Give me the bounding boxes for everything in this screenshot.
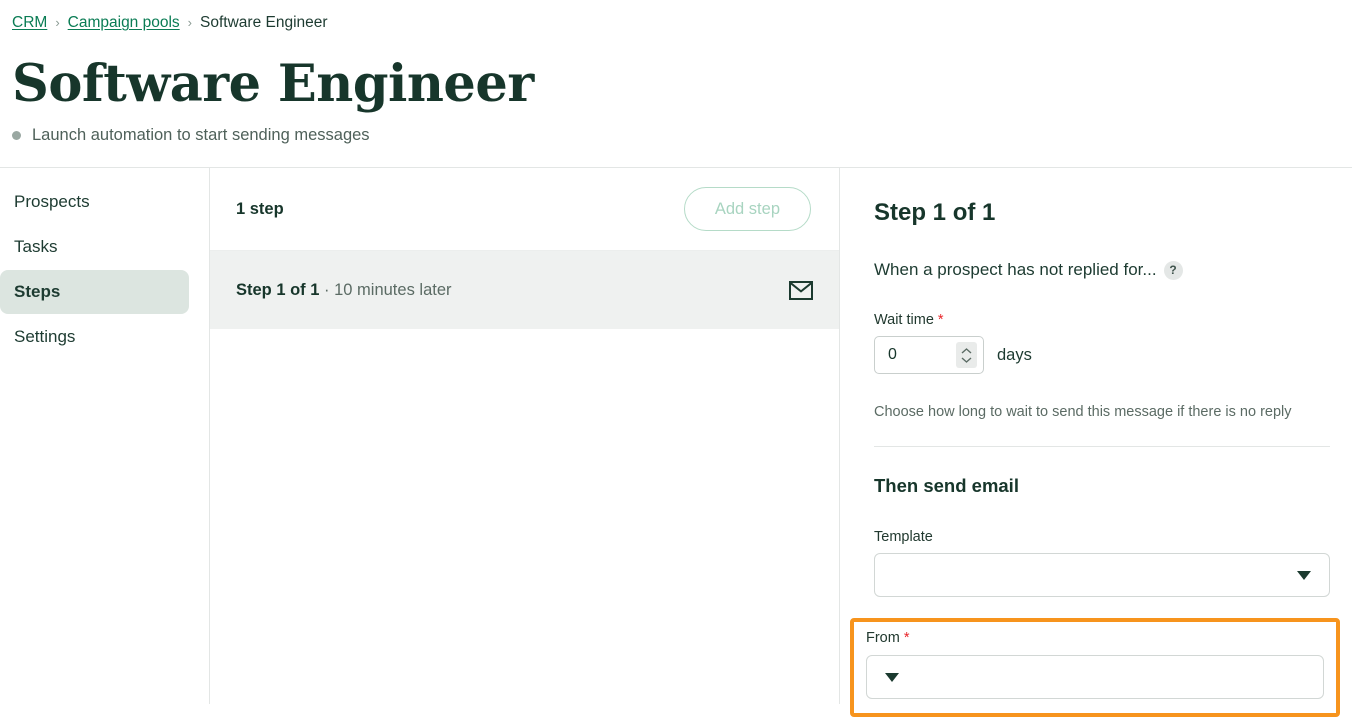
wait-time-label-text: Wait time xyxy=(874,312,934,328)
breadcrumb-link-campaign-pools[interactable]: Campaign pools xyxy=(68,12,180,34)
envelope-icon[interactable] xyxy=(789,280,813,300)
chevron-up-icon xyxy=(961,347,972,354)
sidebar-item-label: Tasks xyxy=(14,237,58,256)
required-marker: * xyxy=(903,630,910,646)
status-dot-icon xyxy=(12,130,21,140)
breadcrumb-separator: › xyxy=(187,15,193,30)
condition-text: When a prospect has not replied for... xyxy=(874,260,1157,279)
from-label-text: From xyxy=(866,630,900,646)
chevron-down-icon xyxy=(885,672,899,682)
breadcrumb-separator: › xyxy=(55,15,60,30)
wait-time-row: days xyxy=(874,336,1340,374)
required-marker: * xyxy=(937,312,944,328)
send-email-section-title: Then send email xyxy=(874,475,1019,496)
sidebar-item-steps[interactable]: Steps xyxy=(0,270,189,314)
number-stepper[interactable] xyxy=(956,342,977,368)
condition-row: When a prospect has not replied for... ? xyxy=(874,260,1340,280)
wait-time-unit: days xyxy=(997,345,1032,364)
from-select[interactable] xyxy=(866,655,1324,699)
steps-list-panel: 1 step Add step Step 1 of 1 · 10 minutes… xyxy=(210,168,840,704)
wait-time-input-wrapper[interactable] xyxy=(874,336,984,374)
section-divider xyxy=(874,446,1330,447)
step-list-item-text: Step 1 of 1 · 10 minutes later xyxy=(236,281,452,300)
sidebar-item-label: Steps xyxy=(14,282,61,301)
sidebar-item-label: Prospects xyxy=(14,192,90,211)
sidebar-item-label: Settings xyxy=(14,327,76,346)
template-label-text: Template xyxy=(874,529,933,545)
sidebar-item-prospects[interactable]: Prospects xyxy=(0,180,189,224)
chevron-down-icon xyxy=(1297,570,1311,580)
page-status: Launch automation to start sending messa… xyxy=(12,124,1340,146)
breadcrumb: CRM › Campaign pools › Software Engineer xyxy=(12,6,1340,34)
breadcrumb-current: Software Engineer xyxy=(200,14,328,31)
from-label: From * xyxy=(866,630,1324,646)
page-header: CRM › Campaign pools › Software Engineer… xyxy=(0,0,1352,168)
steps-list-header: 1 step Add step xyxy=(210,168,839,251)
step-count-label: 1 step xyxy=(236,199,284,218)
page-status-text: Launch automation to start sending messa… xyxy=(32,126,370,144)
wait-time-hint: Choose how long to wait to send this mes… xyxy=(874,404,1292,420)
step-list-item-meta: · 10 minutes later xyxy=(324,280,452,299)
sidebar-nav: Prospects Tasks Steps Settings xyxy=(0,168,210,704)
wait-time-input[interactable] xyxy=(888,346,946,364)
add-step-button[interactable]: Add step xyxy=(683,187,811,231)
step-list-item-title: Step 1 of 1 xyxy=(236,280,320,299)
sidebar-item-settings[interactable]: Settings xyxy=(0,315,189,359)
sidebar-item-tasks[interactable]: Tasks xyxy=(0,225,189,269)
wait-time-label: Wait time * xyxy=(874,312,1340,328)
page-title: Software Engineer xyxy=(12,54,534,114)
help-icon[interactable]: ? xyxy=(1163,260,1183,280)
breadcrumb-link-crm[interactable]: CRM xyxy=(12,12,47,34)
chevron-down-icon xyxy=(961,356,972,363)
template-label: Template xyxy=(874,529,1340,545)
template-select[interactable] xyxy=(874,553,1330,597)
from-field-group-highlighted: From * xyxy=(850,618,1340,717)
step-list-item[interactable]: Step 1 of 1 · 10 minutes later xyxy=(210,251,839,329)
step-detail-title: Step 1 of 1 xyxy=(874,199,996,226)
